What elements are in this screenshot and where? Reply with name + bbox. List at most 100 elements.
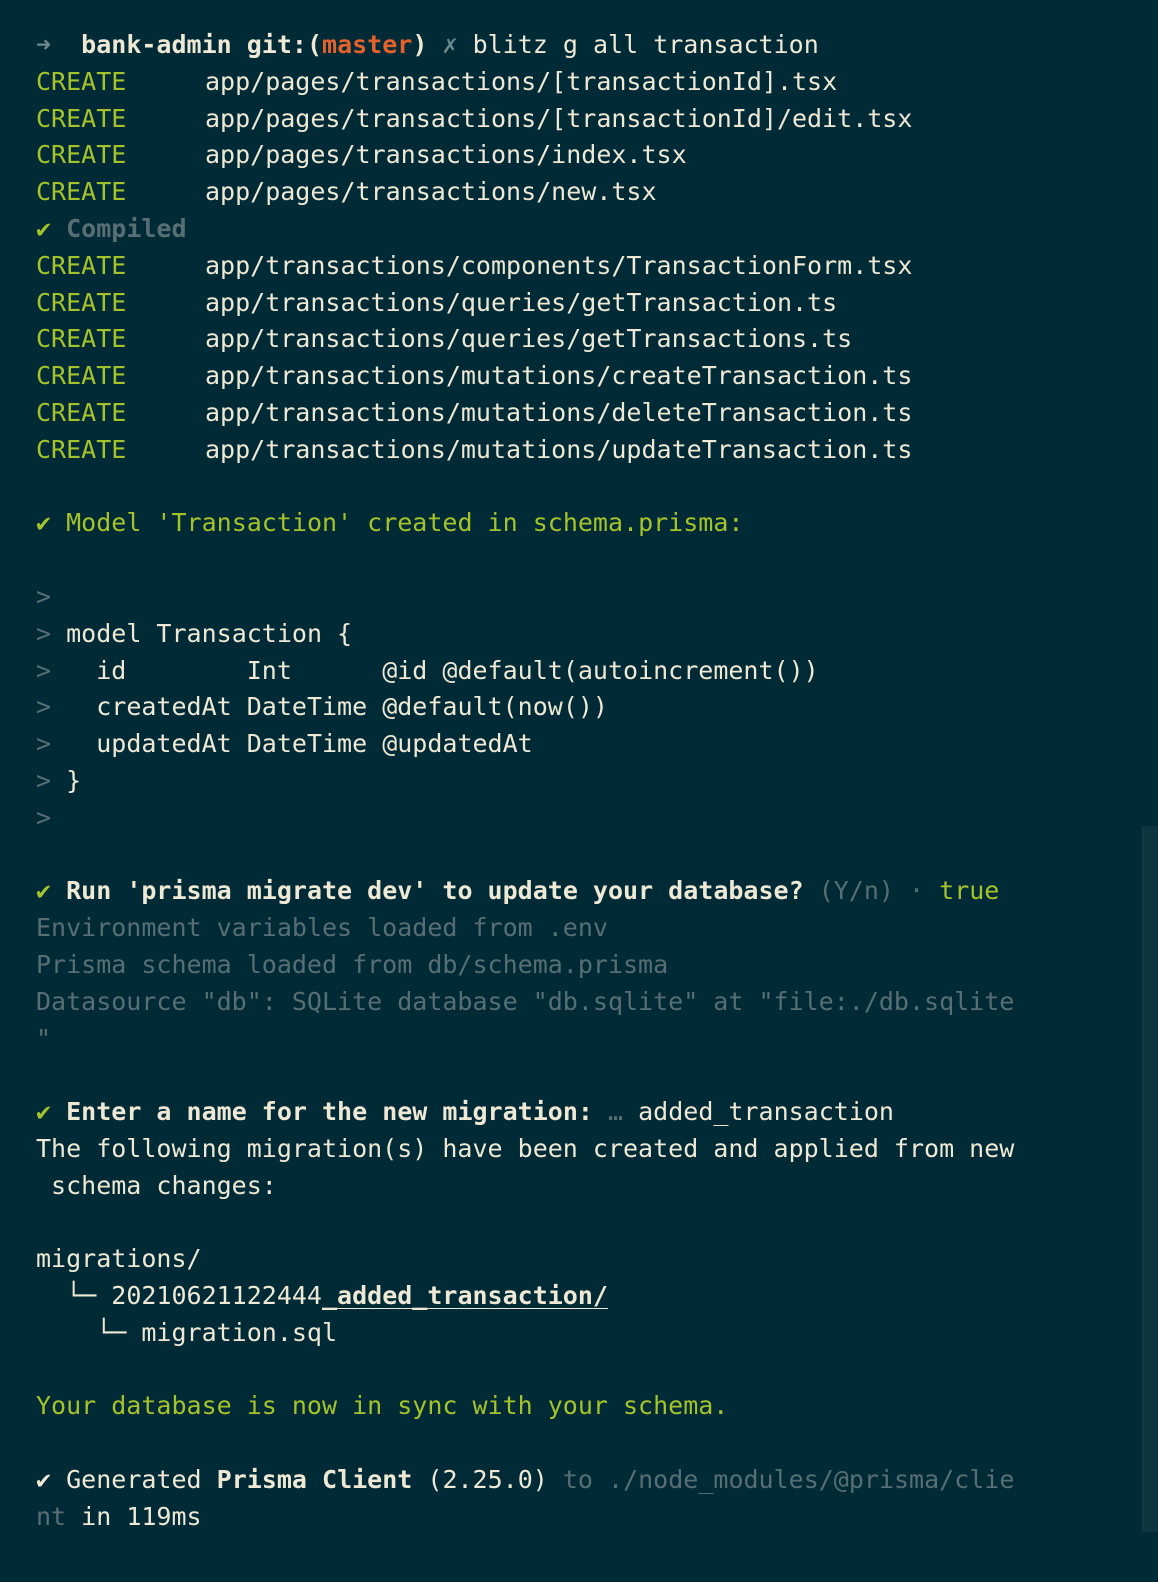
client-path-continued: nt bbox=[36, 1501, 67, 1531]
compiled-text: Compiled bbox=[66, 213, 187, 243]
schema-quote-line: > } bbox=[36, 763, 1136, 800]
separator-dot: · bbox=[909, 876, 925, 906]
tree-folder-line: └─ 20210621122444_added_transaction/ bbox=[36, 1278, 1136, 1315]
ellipsis-icon: … bbox=[607, 1097, 624, 1127]
tree-root: migrations/ bbox=[36, 1244, 202, 1274]
prisma-client-label: Prisma Client bbox=[216, 1465, 413, 1495]
create-line: CREATE app/transactions/queries/getTransa… bbox=[36, 285, 1136, 322]
folder-name: _added_transaction/ bbox=[321, 1281, 608, 1311]
applied-line: schema changes: bbox=[36, 1170, 277, 1200]
vertical-scrollbar[interactable] bbox=[1142, 826, 1158, 1532]
prompt-git-suffix: ) bbox=[412, 30, 428, 59]
name-answer: added_transaction bbox=[638, 1097, 894, 1127]
create-label: CREATE bbox=[36, 434, 127, 464]
prompt-line: ➜ bank-admin git:(master) ✗ blitz g all … bbox=[36, 27, 1136, 64]
create-label: CREATE bbox=[36, 250, 127, 280]
quote-marker: > bbox=[36, 581, 52, 611]
create-line: CREATE app/transactions/queries/getTransa… bbox=[36, 321, 1136, 358]
quote-marker: > bbox=[36, 729, 52, 759]
create-label: CREATE bbox=[36, 324, 127, 354]
schema-quote-line: > bbox=[36, 579, 1136, 616]
schema-code: createdAt DateTime @default(now()) bbox=[66, 692, 608, 722]
created-file: app/transactions/mutations/deleteTransac… bbox=[205, 397, 913, 427]
create-line: CREATE app/transactions/components/Transa… bbox=[36, 248, 1136, 285]
quote-marker: > bbox=[36, 692, 52, 722]
check-icon: ✔ bbox=[36, 213, 52, 243]
create-label: CREATE bbox=[36, 361, 127, 391]
model-created-line: ✔ Model 'Transaction' created in schema.… bbox=[36, 505, 1136, 542]
prompt-arrow-icon: ➜ bbox=[36, 30, 52, 59]
prompt-git-prefix: git:( bbox=[246, 30, 323, 59]
name-question-line: ✔ Enter a name for the new migration: … … bbox=[36, 1094, 1136, 1131]
create-label: CREATE bbox=[36, 103, 127, 133]
check-icon: ✔ bbox=[36, 876, 52, 906]
created-file: app/transactions/mutations/createTransac… bbox=[205, 361, 913, 391]
client-path: to ./node_modules/@prisma/clie bbox=[562, 1465, 1015, 1495]
env-line: " bbox=[36, 1023, 52, 1053]
quote-marker: > bbox=[36, 618, 52, 648]
tree-file-line: └─ migration.sql bbox=[36, 1315, 1136, 1352]
model-created-text: Model 'Transaction' created in schema.pr… bbox=[66, 508, 744, 538]
prompt-branch: master bbox=[322, 30, 413, 59]
migrate-question-line: ✔ Run 'prisma migrate dev' to update you… bbox=[36, 873, 1136, 910]
created-file: app/transactions/mutations/updateTransac… bbox=[205, 434, 913, 464]
create-label: CREATE bbox=[36, 287, 127, 317]
schema-quote-line: > id Int @id @default(autoincrement()) bbox=[36, 653, 1136, 690]
check-icon: ✔ bbox=[36, 1097, 52, 1127]
created-file: app/pages/transactions/index.tsx bbox=[205, 140, 687, 170]
created-file: app/transactions/queries/getTransactions… bbox=[205, 324, 853, 354]
create-line: CREATE app/pages/transactions/[transactio… bbox=[36, 64, 1136, 101]
generated-prefix: Generated bbox=[66, 1465, 202, 1495]
sync-line: Your database is now in sync with your s… bbox=[36, 1391, 729, 1421]
created-file: app/transactions/components/TransactionF… bbox=[205, 250, 913, 280]
create-label: CREATE bbox=[36, 177, 127, 207]
create-line: CREATE app/transactions/mutations/deleteT… bbox=[36, 395, 1136, 432]
migrate-question: Run 'prisma migrate dev' to update your … bbox=[66, 876, 804, 906]
terminal-output: ➜ bank-admin git:(master) ✗ blitz g all … bbox=[36, 27, 1136, 1536]
tree-branch-icon: └─ bbox=[36, 1317, 142, 1347]
schema-code: updatedAt DateTime @updatedAt bbox=[66, 729, 533, 759]
migrate-hint: (Y/n) bbox=[818, 876, 894, 906]
created-file: app/transactions/queries/getTransaction.… bbox=[205, 287, 838, 317]
migrate-answer: true bbox=[939, 876, 1000, 906]
compiled-line: ✔ Compiled bbox=[36, 211, 1136, 248]
create-line: CREATE app/transactions/mutations/updateT… bbox=[36, 432, 1136, 469]
env-line: Environment variables loaded from .env bbox=[36, 913, 608, 943]
generation-time: in 119ms bbox=[81, 1501, 202, 1531]
created-file: app/pages/transactions/[transactionId].t… bbox=[205, 66, 838, 96]
quote-marker: > bbox=[36, 802, 52, 832]
created-file: app/pages/transactions/[transactionId]/e… bbox=[205, 103, 913, 133]
env-line: Datasource "db": SQLite database "db.sql… bbox=[36, 986, 1015, 1016]
schema-code: model Transaction { bbox=[66, 618, 353, 648]
applied-line: The following migration(s) have been cre… bbox=[36, 1133, 1015, 1163]
check-icon: ✔ bbox=[36, 508, 52, 538]
schema-quote-line: > bbox=[36, 800, 1136, 837]
create-line: CREATE app/transactions/mutations/createT… bbox=[36, 358, 1136, 395]
tree-branch-icon: └─ bbox=[36, 1281, 112, 1311]
prompt-directory: bank-admin bbox=[81, 30, 232, 59]
create-line: CREATE app/pages/transactions/index.tsx bbox=[36, 137, 1136, 174]
create-line: CREATE app/pages/transactions/new.tsx bbox=[36, 174, 1136, 211]
schema-code: id Int @id @default(autoincrement()) bbox=[66, 655, 819, 685]
client-version: (2.25.0) bbox=[427, 1465, 548, 1495]
create-label: CREATE bbox=[36, 66, 127, 96]
name-question: Enter a name for the new migration: bbox=[66, 1097, 593, 1127]
migration-file: migration.sql bbox=[141, 1317, 338, 1347]
check-icon: ✔ bbox=[36, 1465, 52, 1495]
schema-quote-line: > createdAt DateTime @default(now()) bbox=[36, 689, 1136, 726]
created-file: app/pages/transactions/new.tsx bbox=[205, 177, 657, 207]
prompt-command: blitz g all transaction bbox=[472, 30, 819, 59]
quote-marker: > bbox=[36, 765, 52, 795]
generated-line-continued: nt in 119ms bbox=[36, 1499, 1136, 1536]
quote-marker: > bbox=[36, 655, 52, 685]
create-line: CREATE app/pages/transactions/[transactio… bbox=[36, 101, 1136, 138]
env-line: Prisma schema loaded from db/schema.pris… bbox=[36, 949, 669, 979]
dirty-marker-icon: ✗ bbox=[442, 30, 458, 59]
schema-quote-line: > updatedAt DateTime @updatedAt bbox=[36, 726, 1136, 763]
create-label: CREATE bbox=[36, 397, 127, 427]
